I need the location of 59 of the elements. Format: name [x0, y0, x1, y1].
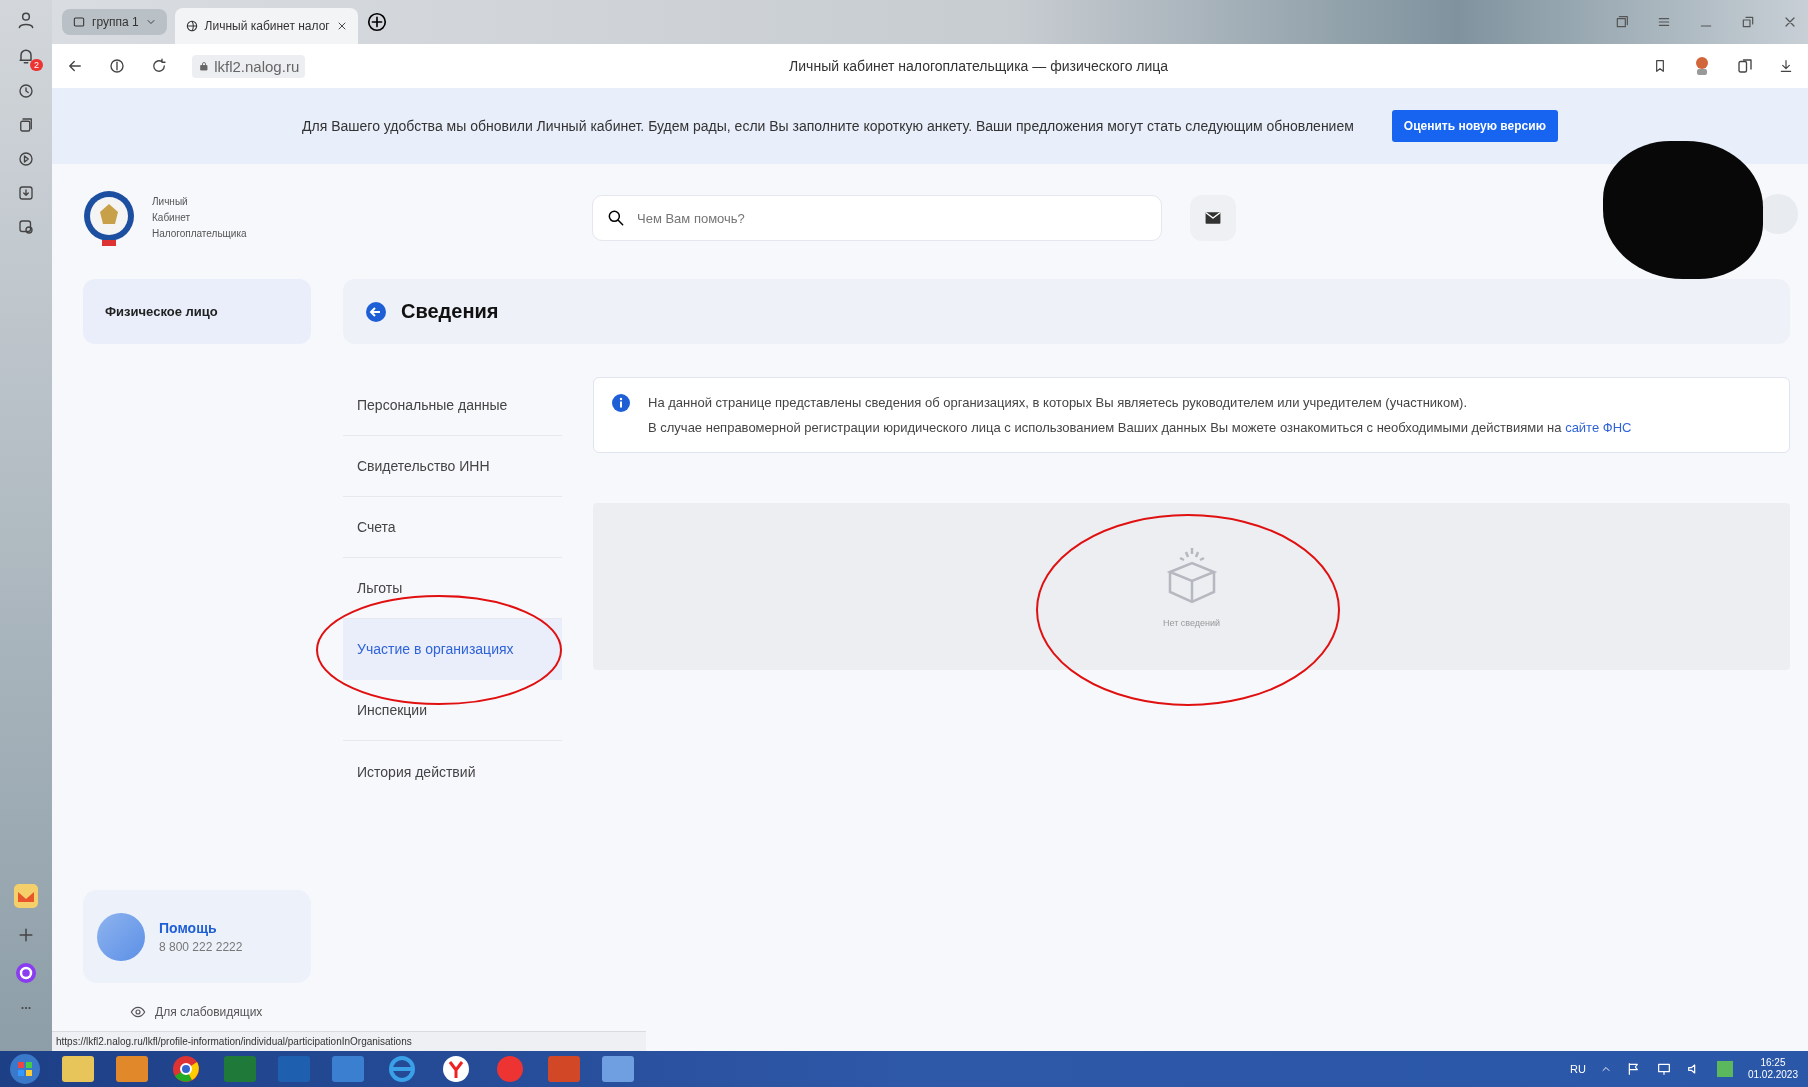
play-icon[interactable] [17, 150, 35, 168]
eye-icon [129, 1004, 147, 1020]
download-icon[interactable] [17, 184, 35, 202]
banner-text: Для Вашего удобства мы обновили Личный кабинет. Будем рады, если Вы заполните короткую анкету. Ваши предложения могут стать следующим обновлением [302, 118, 1354, 134]
start-button[interactable] [8, 1052, 42, 1086]
rate-version-button[interactable]: Оценить новую версию [1391, 110, 1558, 142]
question-icon [97, 912, 145, 961]
logo-text: Налогоплательщика [152, 227, 247, 241]
help-title: Помощь [159, 919, 218, 936]
page-title: Личный кабинет налогоплательщика — физического лица [788, 58, 1170, 74]
logo-text: Кабинет [152, 211, 192, 225]
assistant-icon[interactable] [14, 961, 38, 985]
screenshot-icon[interactable] [17, 218, 35, 236]
network-icon[interactable] [1655, 1061, 1672, 1077]
globe-icon [184, 19, 199, 33]
accessibility-link[interactable]: Для слабовидящих [123, 1003, 311, 1021]
browser-tab[interactable]: Личный кабинет налог [174, 8, 358, 44]
menu-item[interactable]: Инспекции [343, 680, 562, 741]
logo-text: Личный [152, 195, 189, 209]
reload-icon[interactable] [150, 57, 168, 75]
new-tab-icon[interactable] [365, 11, 388, 33]
taskbar-clock[interactable]: 16:25 01.02.2023 [1747, 1057, 1798, 1081]
menu-item[interactable]: Свидетельство ИНН [343, 436, 562, 497]
mail-button[interactable] [1190, 195, 1236, 241]
section-button[interactable]: Физическое лицо [83, 279, 311, 344]
status-url: https://lkfl2.nalog.ru/lkfl/profile-information/individual/participationInOrganisations [52, 1031, 646, 1051]
word-processor-icon[interactable] [600, 1054, 636, 1084]
language-indicator[interactable]: RU [1570, 1063, 1586, 1075]
tray-app-icon[interactable] [1715, 1060, 1734, 1078]
reader-icon[interactable] [1736, 57, 1754, 75]
info-icon [612, 394, 630, 412]
clock-icon[interactable] [17, 82, 35, 100]
fns-site-link[interactable]: сайте ФНС [1565, 420, 1632, 435]
download-icon[interactable] [1778, 58, 1794, 74]
emblem-logo [82, 188, 136, 248]
folder-icon [72, 15, 86, 29]
folder-app-icon[interactable] [60, 1054, 96, 1084]
restore-icon[interactable] [1740, 14, 1756, 30]
empty-text: Нет сведений [1162, 617, 1221, 628]
notification-badge: 2 [30, 59, 43, 71]
collections-icon[interactable] [17, 116, 35, 134]
help-phone: 8 800 222 2222 [159, 939, 243, 954]
address-field[interactable]: lkfl2.nalog.ru [192, 54, 306, 78]
page-heading: Сведения [401, 300, 499, 323]
menu-item[interactable]: Персональные данные [343, 375, 562, 436]
tabs-icon[interactable] [1614, 14, 1630, 30]
info-text: В случае неправомерной регистрации юридического лица с использованием Ваших данных Вы можете ознакомиться с необходимыми действиями на сайте ФНС [648, 419, 1632, 436]
info-text: На данной странице представлены сведения об организациях, в которых Вы являетесь руководителем или учредителем (участником). [648, 394, 1468, 411]
protect-icon[interactable] [108, 57, 126, 75]
menu-item[interactable]: Участие в организациях [343, 619, 562, 680]
media-player-icon[interactable] [114, 1054, 150, 1084]
help-card[interactable]: Помощь 8 800 222 2222 [83, 890, 311, 983]
search-field[interactable]: Чем Вам помочь? [592, 195, 1162, 241]
menu-item[interactable]: История действий [343, 741, 562, 802]
browser-tab[interactable]: группа 1 [62, 9, 167, 35]
menu-item[interactable]: Счета [343, 497, 562, 558]
back-icon[interactable] [365, 300, 387, 323]
profile-icon[interactable] [16, 10, 36, 30]
lock-icon [198, 59, 210, 72]
